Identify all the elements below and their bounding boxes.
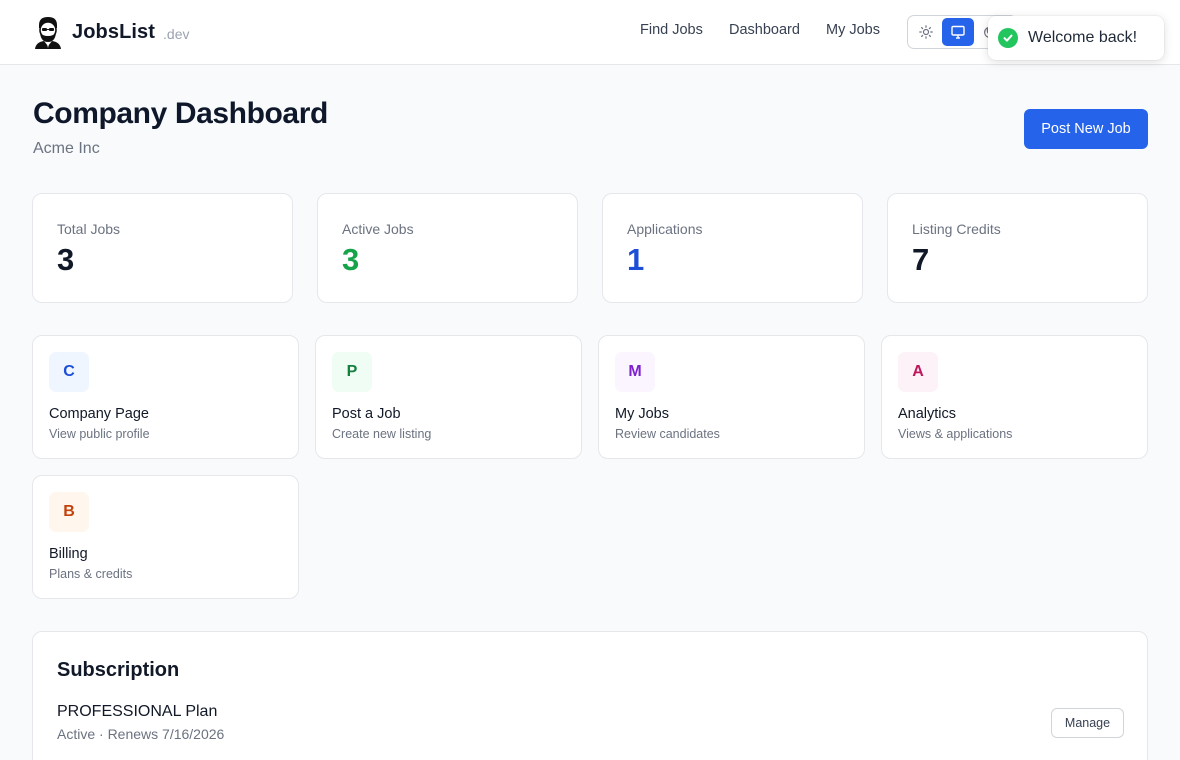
toast-message: Welcome back!: [1028, 29, 1138, 46]
stat-value: 1: [627, 242, 645, 277]
company-name: Acme Inc: [33, 140, 100, 157]
plan-status: Active · Renews 7/16/2026: [57, 726, 225, 742]
my-jobs-letter-icon: M: [615, 352, 655, 392]
action-title: Company Page: [49, 406, 149, 422]
action-title: My Jobs: [615, 406, 669, 422]
nav-my-jobs[interactable]: My Jobs: [826, 22, 880, 38]
page-title: Company Dashboard: [33, 97, 328, 130]
action-description: Create new listing: [332, 427, 432, 441]
sun-icon: [919, 25, 933, 39]
action-card-billing[interactable]: B Billing Plans & credits: [32, 475, 299, 599]
stat-value: 7: [912, 242, 930, 277]
post-new-job-button[interactable]: Post New Job: [1024, 109, 1148, 149]
stat-card-total-jobs: Total Jobs 3: [32, 193, 293, 303]
nav-find-jobs[interactable]: Find Jobs: [640, 22, 703, 38]
stat-value: 3: [342, 242, 360, 277]
nav-dashboard[interactable]: Dashboard: [729, 22, 800, 38]
action-description: Plans & credits: [49, 567, 133, 581]
analytics-letter-icon: A: [898, 352, 938, 392]
brand-tld: .dev: [163, 25, 190, 42]
brand-name: JobsList: [72, 20, 156, 43]
monitor-icon: [951, 25, 965, 39]
action-card-my-jobs[interactable]: M My Jobs Review candidates: [598, 335, 865, 459]
stat-label: Listing Credits: [912, 221, 1001, 237]
subscription-heading: Subscription: [57, 659, 180, 681]
plan-name: PROFESSIONAL Plan: [57, 703, 218, 720]
action-card-analytics[interactable]: A Analytics Views & applications: [881, 335, 1148, 459]
action-title: Post a Job: [332, 406, 401, 422]
action-card-company-page[interactable]: C Company Page View public profile: [32, 335, 299, 459]
brand-link[interactable]: JobsList .dev: [33, 14, 190, 50]
action-title: Billing: [49, 546, 88, 562]
company-page-letter-icon: C: [49, 352, 89, 392]
action-description: Views & applications: [898, 427, 1013, 441]
manage-subscription-button[interactable]: Manage: [1051, 708, 1124, 738]
stat-label: Total Jobs: [57, 221, 121, 237]
action-title: Analytics: [898, 406, 957, 422]
welcome-toast: Welcome back!: [988, 16, 1164, 60]
stat-card-listing-credits: Listing Credits 7: [887, 193, 1148, 303]
stat-label: Applications: [627, 221, 703, 237]
bearded-man-logo-icon: [35, 17, 61, 49]
action-description: Review candidates: [615, 427, 720, 441]
stat-card-applications: Applications 1: [602, 193, 863, 303]
stat-label: Active Jobs: [342, 221, 414, 237]
action-description: View public profile: [49, 427, 150, 441]
action-card-post-job[interactable]: P Post a Job Create new listing: [315, 335, 582, 459]
theme-system-button[interactable]: [942, 18, 974, 46]
subscription-card: Subscription PROFESSIONAL Plan Active · …: [32, 631, 1148, 760]
stat-value: 3: [57, 242, 75, 277]
post-job-letter-icon: P: [332, 352, 372, 392]
stat-card-active-jobs: Active Jobs 3: [317, 193, 578, 303]
theme-light-button[interactable]: [910, 18, 942, 46]
check-circle-icon: [998, 28, 1018, 48]
billing-letter-icon: B: [49, 492, 89, 532]
